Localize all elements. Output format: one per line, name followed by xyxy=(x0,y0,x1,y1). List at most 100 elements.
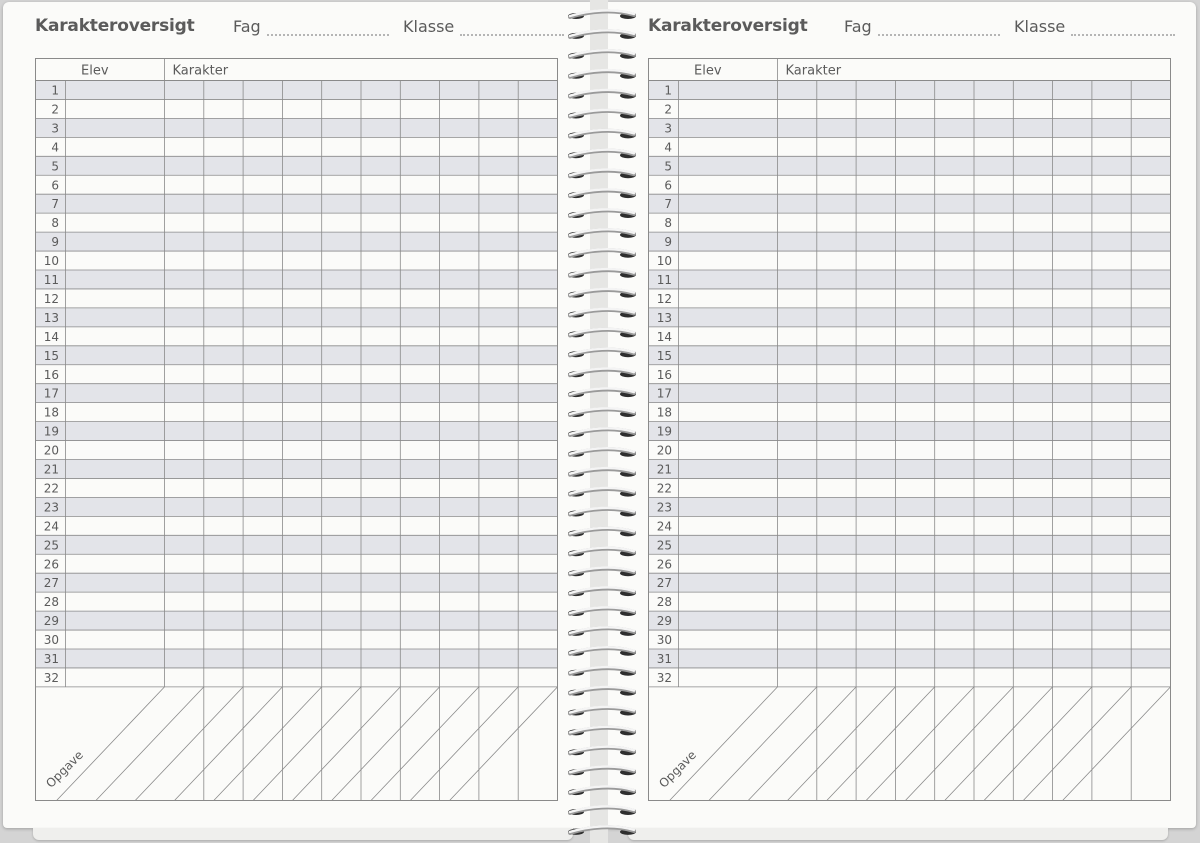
opgave-diagonal xyxy=(252,686,362,801)
row-number: 16 xyxy=(657,368,672,382)
opgave-diagonal xyxy=(983,686,1093,801)
row-number: 25 xyxy=(44,538,59,552)
row-number: 10 xyxy=(44,254,59,268)
opgave-diagonal xyxy=(747,686,857,801)
fag-dotted-line[interactable] xyxy=(266,20,389,36)
row-number: 11 xyxy=(44,273,59,287)
grade-table: Elev Karakter1234567891011121314151617181… xyxy=(648,58,1171,801)
row-number: 31 xyxy=(44,652,59,666)
opgave-diagonal xyxy=(669,686,778,801)
row-number: 29 xyxy=(657,614,672,628)
opgave-diagonal xyxy=(134,686,244,801)
row-number: 1 xyxy=(51,84,59,98)
opgave-diagonal xyxy=(409,686,519,801)
opgave-diagonal xyxy=(56,686,165,801)
row-number: 9 xyxy=(664,235,672,249)
right-page: Karakteroversigt Fag Klasse Elev Karakter… xyxy=(608,2,1196,840)
spiral-binding xyxy=(568,0,636,843)
row-number: 14 xyxy=(657,330,672,344)
row-number: 25 xyxy=(657,538,672,552)
row-number: 32 xyxy=(44,671,59,685)
row-number: 26 xyxy=(657,557,672,571)
fag-label: Fag xyxy=(233,17,261,36)
row-number: 10 xyxy=(657,254,672,268)
opgave-diagonal xyxy=(865,686,975,801)
klasse-dotted-line[interactable] xyxy=(1071,20,1176,36)
klasse-dotted-line[interactable] xyxy=(460,20,565,36)
row-number: 30 xyxy=(44,633,59,647)
row-number: 5 xyxy=(51,159,59,173)
row-number: 8 xyxy=(664,216,672,230)
page-edge xyxy=(628,828,1168,840)
opgave-diagonal xyxy=(370,686,480,801)
row-number: 17 xyxy=(44,387,59,401)
row-number: 8 xyxy=(51,216,59,230)
row-number: 32 xyxy=(657,671,672,685)
column-header-karakter: Karakter xyxy=(173,64,229,79)
row-number: 19 xyxy=(657,425,672,439)
fag-dotted-line[interactable] xyxy=(877,20,1000,36)
fag-field[interactable]: Fag xyxy=(233,17,389,36)
klasse-field[interactable]: Klasse xyxy=(1014,17,1176,36)
column-header-karakter: Karakter xyxy=(786,64,842,79)
row-number: 5 xyxy=(664,159,672,173)
opgave-diagonal xyxy=(944,686,1053,801)
row-number: 21 xyxy=(44,463,59,477)
column-header-elev: Elev xyxy=(694,64,722,79)
opgave-diagonal xyxy=(292,686,401,801)
page-header: Karakteroversigt Fag Klasse xyxy=(640,16,1186,42)
row-number: 3 xyxy=(51,121,59,135)
klasse-field[interactable]: Klasse xyxy=(403,17,565,36)
row-number: 27 xyxy=(44,576,59,590)
row-number: 19 xyxy=(44,425,59,439)
row-number: 12 xyxy=(657,292,672,306)
page-title: Karakteroversigt xyxy=(35,16,195,36)
row-number: 20 xyxy=(657,444,672,458)
opgave-label: Opgave xyxy=(656,748,699,791)
row-number: 2 xyxy=(51,102,59,116)
left-page: Karakteroversigt Fag Klasse Elev Karakter… xyxy=(3,2,591,840)
row-number: 20 xyxy=(44,444,59,458)
row-number: 1 xyxy=(664,84,672,98)
row-number: 27 xyxy=(657,576,672,590)
row-number: 9 xyxy=(51,235,59,249)
row-number: 18 xyxy=(657,406,672,420)
row-number: 2 xyxy=(664,102,672,116)
page-edge xyxy=(33,828,573,840)
row-number: 23 xyxy=(657,500,672,514)
opgave-diagonal xyxy=(174,686,283,801)
row-number: 14 xyxy=(44,330,59,344)
row-number: 6 xyxy=(51,178,59,192)
opgave-label: Opgave xyxy=(43,748,86,791)
klasse-label: Klasse xyxy=(1014,17,1066,36)
row-number: 18 xyxy=(44,406,59,420)
row-number: 28 xyxy=(44,595,59,609)
row-number: 31 xyxy=(657,652,672,666)
fag-field[interactable]: Fag xyxy=(844,17,1000,36)
row-number: 13 xyxy=(657,311,672,325)
opgave-diagonal xyxy=(213,686,322,801)
opgave-diagonal xyxy=(95,686,205,801)
row-number: 22 xyxy=(44,481,59,495)
opgave-diagonal xyxy=(826,686,935,801)
row-number: 16 xyxy=(44,368,59,382)
row-number: 12 xyxy=(44,292,59,306)
opgave-diagonal xyxy=(1022,686,1132,801)
row-number: 4 xyxy=(51,140,59,154)
row-number: 11 xyxy=(657,273,672,287)
row-number: 3 xyxy=(664,121,672,135)
row-number: 24 xyxy=(657,519,672,533)
opgave-diagonal xyxy=(331,686,440,801)
fag-label: Fag xyxy=(844,17,872,36)
grade-table: Elev Karakter1234567891011121314151617181… xyxy=(35,58,558,801)
row-number: 28 xyxy=(657,595,672,609)
page-header: Karakteroversigt Fag Klasse xyxy=(35,16,581,42)
opgave-diagonal xyxy=(449,686,558,801)
row-number: 22 xyxy=(657,481,672,495)
row-number: 15 xyxy=(44,349,59,363)
row-number: 30 xyxy=(657,633,672,647)
row-number: 29 xyxy=(44,614,59,628)
row-number: 23 xyxy=(44,500,59,514)
row-number: 6 xyxy=(664,178,672,192)
opgave-diagonal xyxy=(787,686,896,801)
